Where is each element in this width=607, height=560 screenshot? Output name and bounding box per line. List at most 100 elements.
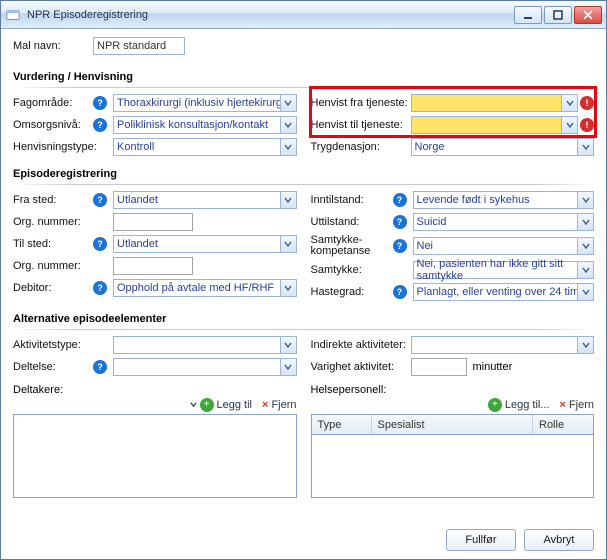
inntilstand-select[interactable]: Levende født i sykehus xyxy=(413,191,595,209)
til-sted-select[interactable]: Utlandet xyxy=(113,235,297,253)
malnavn-input[interactable]: NPR standard xyxy=(93,37,185,55)
help-icon[interactable]: ? xyxy=(393,239,407,253)
deltakere-add-button[interactable]: +Legg til xyxy=(189,398,252,412)
henvisningstype-label: Henvisningstype: xyxy=(13,141,93,153)
help-icon[interactable]: ? xyxy=(93,118,107,132)
samtykke-label: Samtykke: xyxy=(311,264,393,276)
helse-grid-header: Type Spesialist Rolle xyxy=(311,414,595,434)
samtykkekomp-label: Samtykke-kompetanse xyxy=(311,235,393,257)
x-icon: × xyxy=(560,399,566,411)
chevron-down-icon xyxy=(577,238,593,254)
chevron-down-icon xyxy=(577,337,593,353)
omsorgsniva-label: Omsorgsnivå: xyxy=(13,119,93,131)
hastegrad-select[interactable]: Planlagt, eller venting over 24 timer xyxy=(413,283,595,301)
help-icon[interactable]: ? xyxy=(93,237,107,251)
uttilstand-select[interactable]: Suicid xyxy=(413,213,595,231)
indirekte-label: Indirekte aktiviteter: xyxy=(311,339,411,351)
chevron-down-icon xyxy=(280,139,296,155)
plus-icon: + xyxy=(488,398,502,412)
samtykkekomp-select[interactable]: Nei xyxy=(413,237,595,255)
deltakere-list[interactable] xyxy=(13,414,297,498)
orgnr2-input[interactable] xyxy=(113,257,193,275)
deltakere-remove-button[interactable]: ×Fjern xyxy=(262,399,297,411)
section-vurdering-title: Vurdering / Henvisning xyxy=(13,71,594,83)
cancel-button[interactable]: Avbryt xyxy=(524,529,594,551)
inntilstand-label: Inntilstand: xyxy=(311,194,393,206)
helse-grid[interactable] xyxy=(311,434,595,498)
malnavn-row: Mal navn: NPR standard xyxy=(13,37,594,55)
aktivitetstype-label: Aktivitetstype: xyxy=(13,339,93,351)
samtykke-select[interactable]: Nei, pasienten har ikke gitt sitt samtyk… xyxy=(413,261,595,279)
hastegrad-label: Hastegrad: xyxy=(311,286,393,298)
indirekte-select[interactable] xyxy=(411,336,595,354)
uttilstand-label: Uttilstand: xyxy=(311,216,393,228)
debitor-select[interactable]: Opphold på avtale med HF/RHF xyxy=(113,279,297,297)
help-icon[interactable]: ? xyxy=(393,285,407,299)
help-icon[interactable]: ? xyxy=(93,96,107,110)
orgnr1-label: Org. nummer: xyxy=(13,216,93,228)
orgnr2-label: Org. nummer: xyxy=(13,260,93,272)
varighet-input[interactable] xyxy=(411,358,467,376)
x-icon: × xyxy=(262,399,268,411)
varighet-unit: minutter xyxy=(473,361,513,373)
chevron-down-icon xyxy=(280,117,296,133)
omsorgsniva-select[interactable]: Poliklinisk konsultasjon/kontakt xyxy=(113,116,297,134)
chevron-down-icon xyxy=(280,337,296,353)
fra-sted-select[interactable]: Utlandet xyxy=(113,191,297,209)
helsepersonell-label: Helsepersonell: xyxy=(311,384,595,396)
dialog-body: Mal navn: NPR standard Vurdering / Henvi… xyxy=(1,29,606,559)
chevron-down-icon xyxy=(280,192,296,208)
divider xyxy=(13,329,594,330)
close-button[interactable] xyxy=(574,6,602,24)
henvist-til-label: Henvist til tjeneste: xyxy=(311,119,411,131)
henvist-til-select[interactable] xyxy=(411,116,579,134)
maximize-button[interactable] xyxy=(544,6,572,24)
minimize-button[interactable] xyxy=(514,6,542,24)
divider xyxy=(13,87,594,88)
trygdenasjon-label: Trygdenasjon: xyxy=(311,141,411,153)
chevron-down-icon xyxy=(577,192,593,208)
til-sted-label: Til sted: xyxy=(13,238,93,250)
helse-add-button[interactable]: +Legg til... xyxy=(488,398,550,412)
chevron-down-icon xyxy=(577,262,593,278)
titlebar: NPR Episoderegistrering xyxy=(1,1,606,29)
help-icon[interactable]: ? xyxy=(93,360,107,374)
deltelse-select[interactable] xyxy=(113,358,297,376)
window-title: NPR Episoderegistrering xyxy=(27,9,514,21)
orgnr1-input[interactable] xyxy=(113,213,193,231)
malnavn-label: Mal navn: xyxy=(13,40,93,52)
divider xyxy=(13,184,594,185)
helse-remove-button[interactable]: ×Fjern xyxy=(560,399,595,411)
ok-button[interactable]: Fullfør xyxy=(446,529,516,551)
henvisningstype-select[interactable]: Kontroll xyxy=(113,138,297,156)
fagomrade-label: Fagområde: xyxy=(13,97,93,109)
help-icon[interactable]: ? xyxy=(393,193,407,207)
col-spesialist: Spesialist xyxy=(372,415,534,434)
chevron-down-icon xyxy=(577,214,593,230)
section-episode-title: Episoderegistrering xyxy=(13,168,594,180)
plus-icon: + xyxy=(200,398,214,412)
col-type: Type xyxy=(312,415,372,434)
fagomrade-select[interactable]: Thoraxkirurgi (inklusiv hjertekirurgi) xyxy=(113,94,297,112)
chevron-down-icon xyxy=(577,284,593,300)
chevron-down-icon xyxy=(280,236,296,252)
deltakere-label: Deltakere: xyxy=(13,384,297,396)
error-icon: ! xyxy=(580,96,594,110)
chevron-down-icon xyxy=(577,139,593,155)
trygdenasjon-select[interactable]: Norge xyxy=(411,138,595,156)
help-icon[interactable]: ? xyxy=(393,215,407,229)
help-icon[interactable]: ? xyxy=(93,193,107,207)
dialog-window: NPR Episoderegistrering Mal navn: NPR st… xyxy=(0,0,607,560)
henvist-fra-label: Henvist fra tjeneste: xyxy=(311,97,411,109)
varighet-label: Varighet aktivitet: xyxy=(311,361,411,373)
section-alt-title: Alternative episodeelementer xyxy=(13,313,594,325)
chevron-down-icon xyxy=(561,95,577,111)
app-icon xyxy=(5,7,21,23)
fra-sted-label: Fra sted: xyxy=(13,194,93,206)
aktivitetstype-select[interactable] xyxy=(113,336,297,354)
chevron-down-icon xyxy=(280,95,296,111)
help-icon[interactable]: ? xyxy=(93,281,107,295)
error-icon: ! xyxy=(580,118,594,132)
chevron-down-icon xyxy=(561,117,577,133)
henvist-fra-select[interactable] xyxy=(411,94,579,112)
